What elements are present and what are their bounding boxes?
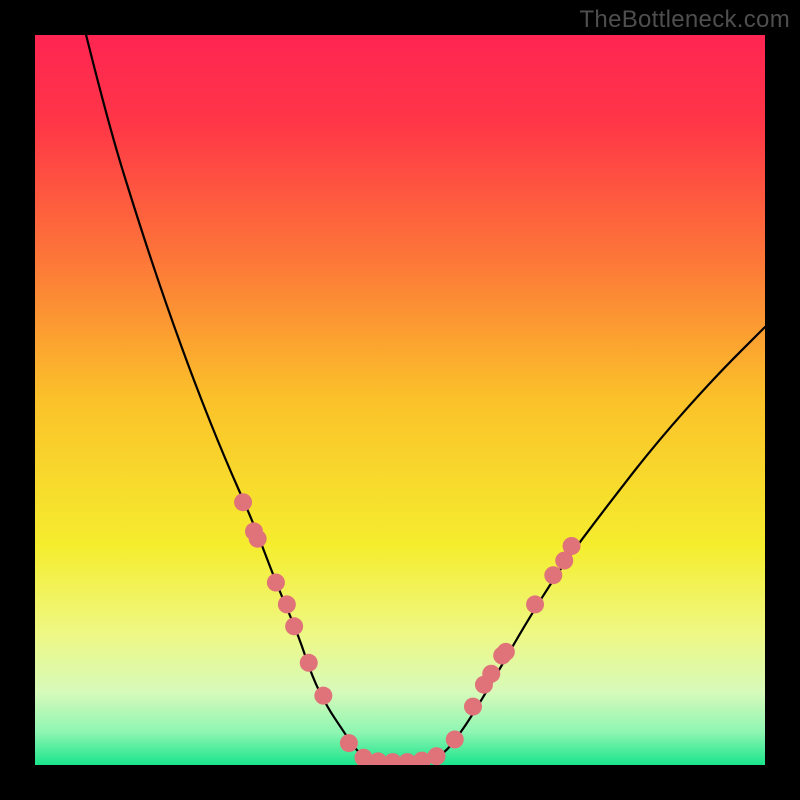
data-marker: [314, 687, 332, 705]
data-marker: [285, 617, 303, 635]
chart-svg: [35, 35, 765, 765]
gradient-backdrop: [35, 35, 765, 765]
data-marker: [526, 595, 544, 613]
data-marker: [278, 595, 296, 613]
data-marker: [464, 698, 482, 716]
data-marker: [563, 537, 581, 555]
data-marker: [234, 493, 252, 511]
data-marker: [340, 734, 358, 752]
data-marker: [249, 530, 267, 548]
chart-frame: TheBottleneck.com: [0, 0, 800, 800]
plot-area: [35, 35, 765, 765]
data-marker: [267, 574, 285, 592]
data-marker: [544, 566, 562, 584]
data-marker: [428, 747, 446, 765]
data-marker: [497, 643, 515, 661]
watermark-text: TheBottleneck.com: [579, 6, 790, 34]
data-marker: [446, 730, 464, 748]
data-marker: [482, 665, 500, 683]
data-marker: [300, 654, 318, 672]
